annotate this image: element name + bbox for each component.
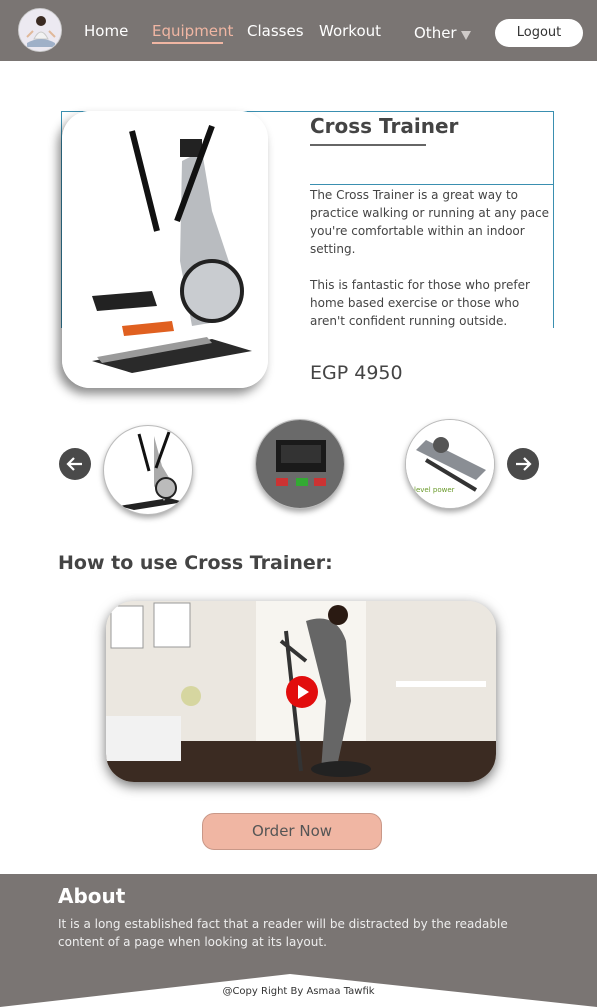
- nav-home[interactable]: Home: [84, 22, 128, 40]
- about-heading: About: [58, 884, 126, 908]
- thumbnail-1[interactable]: [103, 425, 193, 515]
- description-paragraph-1: The Cross Trainer is a great way to prac…: [310, 188, 550, 256]
- description-paragraph-2: This is fantastic for those who prefer h…: [310, 278, 530, 328]
- order-now-button[interactable]: Order Now: [202, 813, 382, 850]
- carousel-prev-button[interactable]: [59, 448, 91, 480]
- title-underline: [310, 144, 426, 146]
- nav-classes[interactable]: Classes: [247, 22, 304, 40]
- thumbnail-2[interactable]: [255, 419, 345, 509]
- arrow-right-icon: [516, 457, 532, 471]
- thumbnail-3-label: level power: [414, 486, 455, 494]
- copyright-text: @Copy Right By Asmaa Tawfik: [222, 986, 375, 997]
- nav-equipment[interactable]: Equipment: [152, 22, 233, 40]
- product-description: The Cross Trainer is a great way to prac…: [310, 186, 550, 330]
- carousel-next-button[interactable]: [507, 448, 539, 480]
- active-underline: [152, 42, 223, 44]
- howto-heading: How to use Cross Trainer:: [58, 552, 333, 574]
- nav-other-label: Other: [414, 24, 457, 42]
- play-icon[interactable]: [286, 676, 318, 708]
- logout-button[interactable]: Logout: [495, 19, 583, 47]
- nav-other[interactable]: Other: [414, 24, 471, 42]
- nav-workout[interactable]: Workout: [319, 22, 381, 40]
- product-title: Cross Trainer: [310, 114, 459, 138]
- product-image: [62, 111, 268, 388]
- product-price: EGP 4950: [310, 362, 403, 384]
- arrow-left-icon: [66, 457, 82, 471]
- thumbnail-3[interactable]: level power: [405, 419, 495, 509]
- logo-avatar[interactable]: [18, 8, 62, 52]
- about-text: It is a long established fact that a rea…: [58, 917, 508, 949]
- chevron-down-icon: [460, 31, 471, 40]
